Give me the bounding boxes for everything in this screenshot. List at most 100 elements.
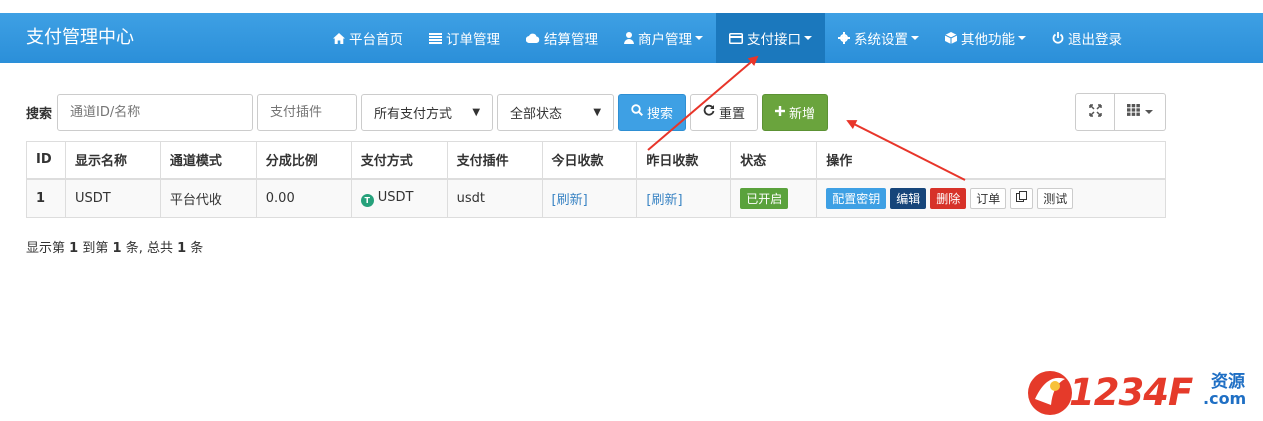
nav-item-home[interactable]: 平台首页 bbox=[320, 13, 416, 63]
copy-icon bbox=[1016, 191, 1028, 205]
pager-from: 1 bbox=[69, 241, 79, 256]
column-header[interactable]: ID bbox=[26, 141, 66, 180]
test-button[interactable]: 测试 bbox=[1037, 187, 1074, 209]
nav-label: 订单管理 bbox=[446, 32, 500, 48]
search-button[interactable]: 搜索 bbox=[618, 93, 687, 131]
caret-down-icon bbox=[1018, 36, 1026, 40]
table-header-row: ID 显示名称 通道模式 分成比例 支付方式 支付插件 今日收款 昨日收款 状态… bbox=[26, 141, 1166, 180]
refresh-yesterday-link[interactable]: [刷新] bbox=[646, 193, 682, 208]
nav-label: 平台首页 bbox=[349, 32, 403, 48]
nav-label: 商户管理 bbox=[638, 32, 692, 48]
list-icon bbox=[429, 32, 442, 44]
plugin-search-input[interactable] bbox=[257, 93, 358, 131]
column-header[interactable]: 显示名称 bbox=[64, 141, 161, 180]
cell-pay-type: T USDT bbox=[350, 178, 448, 218]
fullscreen-icon bbox=[1088, 103, 1102, 121]
select-value: 所有支付方式 bbox=[374, 106, 453, 122]
nav-label: 结算管理 bbox=[544, 32, 598, 48]
column-header[interactable]: 支付方式 bbox=[350, 141, 448, 180]
chevron-down-icon: ▼ bbox=[472, 106, 481, 118]
caret-down-icon bbox=[1145, 110, 1153, 114]
nav-item-system-settings[interactable]: 系统设置 bbox=[825, 13, 932, 63]
pay-type-label: USDT bbox=[377, 189, 414, 205]
table-row: 1 USDT 平台代收 0.00 T USDT usdt [刷新] [刷新] 已开… bbox=[26, 178, 1166, 218]
power-icon bbox=[1052, 32, 1064, 44]
table-tools bbox=[1075, 93, 1166, 131]
orders-button[interactable]: 订单 bbox=[970, 187, 1007, 209]
search-button-label: 搜索 bbox=[647, 106, 674, 122]
status-select[interactable]: 全部状态 ▼ bbox=[497, 93, 615, 131]
nav-label: 系统设置 bbox=[854, 32, 908, 48]
tether-icon: T bbox=[360, 193, 374, 207]
add-button-label: 新增 bbox=[789, 106, 816, 122]
nav-item-logout[interactable]: 退出登录 bbox=[1039, 13, 1135, 63]
pager-prefix: 显示第 bbox=[26, 241, 66, 256]
column-header[interactable]: 分成比例 bbox=[255, 141, 352, 180]
watermark-suffix: .com bbox=[1203, 389, 1247, 408]
fullscreen-button[interactable] bbox=[1075, 93, 1115, 131]
column-header[interactable]: 状态 bbox=[730, 141, 818, 180]
search-label: 搜索 bbox=[26, 106, 53, 122]
cell-mode: 平台代收 bbox=[159, 178, 257, 218]
caret-down-icon bbox=[911, 36, 919, 40]
cell-ops: 配置密钥 编辑 删除 订单 测试 bbox=[816, 178, 1166, 218]
pagination-info: 显示第 1 到第 1 条, 总共 1 条 bbox=[26, 237, 203, 256]
cell-plugin: usdt bbox=[446, 178, 543, 218]
cell-name: USDT bbox=[64, 178, 161, 218]
nav-label: 其他功能 bbox=[961, 32, 1015, 48]
cell-ratio: 0.00 bbox=[255, 178, 352, 218]
row-actions: 配置密钥 编辑 删除 订单 测试 bbox=[826, 187, 1156, 209]
column-header[interactable]: 今日收款 bbox=[541, 141, 638, 180]
search-icon bbox=[631, 104, 644, 120]
plus-icon bbox=[775, 105, 786, 120]
chevron-down-icon: ▼ bbox=[593, 106, 602, 118]
refresh-today-link[interactable]: [刷新] bbox=[552, 193, 588, 208]
user-icon bbox=[624, 32, 634, 44]
pager-mid: 到第 bbox=[82, 241, 109, 256]
nav-item-orders[interactable]: 订单管理 bbox=[416, 13, 513, 63]
add-button[interactable]: 新增 bbox=[762, 93, 829, 131]
columns-toggle-button[interactable] bbox=[1115, 93, 1166, 131]
edit-button[interactable]: 编辑 bbox=[890, 187, 927, 209]
caret-down-icon bbox=[695, 36, 703, 40]
brand-title[interactable]: 支付管理中心 bbox=[26, 13, 134, 63]
column-header[interactable]: 支付插件 bbox=[446, 141, 543, 180]
delete-button[interactable]: 删除 bbox=[930, 187, 967, 209]
home-icon bbox=[333, 32, 345, 44]
cell-today: [刷新] bbox=[541, 178, 638, 218]
search-toolbar: 搜索 所有支付方式 ▼ 全部状态 ▼ 搜索 重置 新增 bbox=[26, 93, 832, 131]
pager-to: 1 bbox=[112, 241, 122, 256]
main-nav: 平台首页 订单管理 结算管理 商户管理 支付接口 系统设置 其他功能 退出登录 bbox=[320, 13, 1135, 63]
reset-button[interactable]: 重置 bbox=[690, 93, 759, 131]
grid-icon bbox=[1127, 104, 1140, 120]
nav-item-pay-interface[interactable]: 支付接口 bbox=[716, 13, 825, 63]
cell-status: 已开启 bbox=[730, 178, 818, 218]
nav-item-settlement[interactable]: 结算管理 bbox=[513, 13, 611, 63]
nav-item-other-features[interactable]: 其他功能 bbox=[932, 13, 1039, 63]
cell-yesterday: [刷新] bbox=[636, 178, 732, 218]
gear-icon bbox=[838, 32, 850, 44]
status-badge[interactable]: 已开启 bbox=[740, 187, 789, 209]
top-navbar: 支付管理中心 平台首页 订单管理 结算管理 商户管理 支付接口 系统设置 其他功… bbox=[0, 13, 1263, 63]
pager-suffix: 条, 总共 bbox=[125, 241, 173, 256]
watermark-logo: 1234F 资源 .com bbox=[1025, 365, 1260, 419]
cube-icon bbox=[945, 32, 957, 44]
pager-end: 条 bbox=[190, 241, 204, 256]
select-value: 全部状态 bbox=[510, 106, 563, 122]
cloud-icon bbox=[526, 33, 540, 43]
column-header[interactable]: 昨日收款 bbox=[636, 141, 732, 180]
credit-card-icon bbox=[729, 32, 743, 44]
caret-down-icon bbox=[804, 36, 812, 40]
column-header[interactable]: 操作 bbox=[816, 141, 1166, 180]
channel-search-input[interactable] bbox=[57, 93, 254, 131]
nav-label: 支付接口 bbox=[747, 32, 801, 48]
channel-table: ID 显示名称 通道模式 分成比例 支付方式 支付插件 今日收款 昨日收款 状态… bbox=[26, 141, 1166, 218]
cell-id: 1 bbox=[26, 178, 66, 218]
column-header[interactable]: 通道模式 bbox=[159, 141, 257, 180]
configure-key-button[interactable]: 配置密钥 bbox=[826, 187, 887, 209]
pager-total: 1 bbox=[177, 241, 187, 256]
pay-type-select[interactable]: 所有支付方式 ▼ bbox=[361, 93, 494, 131]
nav-item-merchants[interactable]: 商户管理 bbox=[611, 13, 716, 63]
copy-button[interactable] bbox=[1010, 187, 1034, 209]
reset-button-label: 重置 bbox=[719, 106, 746, 122]
